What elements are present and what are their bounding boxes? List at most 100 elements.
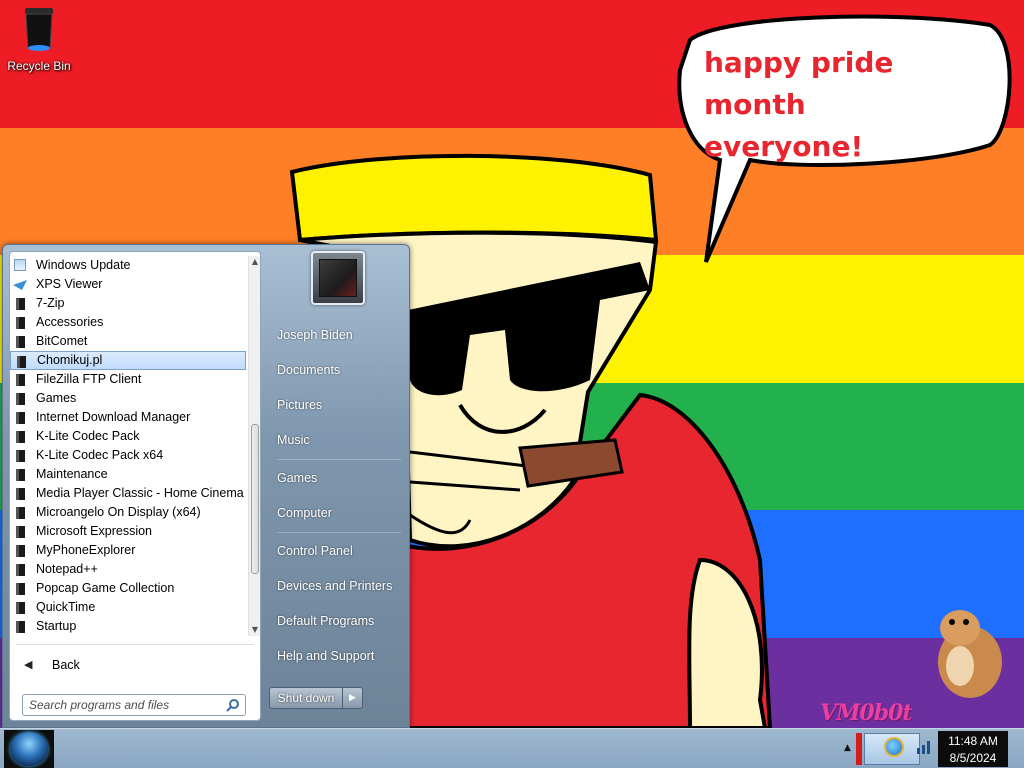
start-menu-help-and-support[interactable]: Help and Support	[269, 641, 405, 671]
program-item-label: Media Player Classic - Home Cinema x6	[36, 486, 246, 500]
search-icon[interactable]	[226, 698, 240, 712]
right-pane-separator	[277, 532, 401, 533]
program-item-label: Games	[36, 391, 77, 405]
program-item-label: 7-Zip	[36, 296, 65, 310]
search-input[interactable]	[29, 698, 217, 712]
program-item-7-zip[interactable]: 7-Zip	[10, 294, 246, 313]
program-item-quicktime[interactable]: QuickTime	[10, 598, 246, 617]
program-item-microangelo[interactable]: Microangelo On Display (x64)	[10, 503, 246, 522]
start-button[interactable]	[4, 730, 54, 768]
start-menu: Windows Update XPS Viewer 7-Zip Accessor…	[2, 244, 410, 728]
program-item-games[interactable]: Games	[10, 389, 246, 408]
program-item-label: FileZilla FTP Client	[36, 372, 142, 386]
folder-icon	[16, 602, 25, 614]
folder-icon	[16, 469, 25, 481]
folder-icon	[16, 545, 25, 557]
program-item-label: QuickTime	[36, 600, 96, 614]
folder-icon	[17, 356, 26, 368]
program-item-accessories[interactable]: Accessories	[10, 313, 246, 332]
program-item-label: Chomikuj.pl	[37, 353, 103, 367]
start-menu-documents[interactable]: Documents	[269, 355, 405, 385]
start-menu-default-programs[interactable]: Default Programs	[269, 606, 405, 636]
program-item-label: Microangelo On Display (x64)	[36, 505, 201, 519]
program-item-label: K-Lite Codec Pack	[36, 429, 140, 443]
user-picture[interactable]	[311, 251, 365, 305]
clock-time: 11:48 AM	[948, 734, 998, 748]
folder-icon	[16, 374, 25, 386]
start-menu-computer[interactable]: Computer	[269, 498, 405, 528]
folder-icon	[16, 298, 25, 310]
speech-bubble-line-1: happy pride month	[704, 46, 894, 121]
program-item-internet-download-manager[interactable]: Internet Download Manager	[10, 408, 246, 427]
program-item-label: BitComet	[36, 334, 88, 348]
start-menu-user-name[interactable]: Joseph Biden	[269, 320, 405, 350]
back-button[interactable]: ◀ Back	[14, 654, 256, 676]
program-item-startup[interactable]: Startup	[10, 617, 246, 636]
action-center-flag-icon[interactable]	[856, 733, 862, 765]
folder-icon	[16, 621, 25, 633]
folder-icon	[16, 431, 25, 443]
program-item-windows-update[interactable]: Windows Update	[10, 256, 246, 275]
program-item-k-lite-codec-pack[interactable]: K-Lite Codec Pack	[10, 427, 246, 446]
taskbar-clock[interactable]: 11:48 AM 8/5/2024	[938, 731, 1008, 767]
desktop-icon-recycle-bin[interactable]: Recycle Bin	[4, 4, 74, 73]
folder-icon	[16, 488, 25, 500]
user-avatar-image	[319, 259, 357, 297]
back-arrow-icon: ◀	[24, 659, 33, 671]
program-item-bitcomet[interactable]: BitComet	[10, 332, 246, 351]
search-box	[22, 694, 246, 716]
program-item-label: XPS Viewer	[36, 277, 103, 291]
program-item-label: Accessories	[36, 315, 104, 329]
program-item-filezilla[interactable]: FileZilla FTP Client	[10, 370, 246, 389]
program-item-popcap[interactable]: Popcap Game Collection	[10, 579, 246, 598]
speech-bubble-line-2: everyone!	[704, 130, 864, 163]
start-menu-pictures[interactable]: Pictures	[269, 390, 405, 420]
folder-icon	[16, 393, 25, 405]
program-item-chomikuj[interactable]: Chomikuj.pl	[10, 351, 246, 370]
scroll-up-arrow-icon[interactable]: ▲	[249, 256, 261, 268]
recycle-bin-icon	[25, 8, 53, 51]
start-menu-games[interactable]: Games	[269, 463, 405, 493]
program-item-microsoft-expression[interactable]: Microsoft Expression	[10, 522, 246, 541]
desktop-icon-label: Recycle Bin	[7, 59, 71, 73]
program-item-xps-viewer[interactable]: XPS Viewer	[10, 275, 246, 294]
start-menu-devices-and-printers[interactable]: Devices and Printers	[269, 571, 405, 601]
program-item-label: Microsoft Expression	[36, 524, 153, 538]
program-item-media-player-classic[interactable]: Media Player Classic - Home Cinema x6	[10, 484, 246, 503]
start-menu-right-pane: Joseph Biden Documents Pictures Music Ga…	[263, 245, 409, 727]
start-menu-programs-pane: Windows Update XPS Viewer 7-Zip Accessor…	[9, 251, 261, 721]
program-item-notepad-plus-plus[interactable]: Notepad++	[10, 560, 246, 579]
folder-icon	[16, 507, 25, 519]
start-menu-control-panel[interactable]: Control Panel	[269, 536, 405, 566]
shut-down-options-arrow-icon[interactable]: ▶	[343, 687, 363, 709]
hamster-icon	[938, 610, 1002, 698]
folder-icon	[16, 583, 25, 595]
scroll-down-arrow-icon[interactable]: ▼	[249, 624, 261, 636]
scrollbar-thumb[interactable]	[251, 424, 259, 574]
xps-viewer-icon	[13, 280, 27, 290]
programs-scrollbar[interactable]: ▲ ▼	[248, 256, 260, 636]
internet-explorer-icon[interactable]	[884, 737, 904, 757]
windows-orb-icon	[10, 732, 48, 766]
taskbar: ▲ 11:48 AM 8/5/2024	[0, 728, 1024, 768]
folder-icon	[16, 412, 25, 424]
program-item-label: Startup	[36, 619, 77, 633]
clock-date: 8/5/2024	[949, 751, 997, 765]
vmobot-watermark: VM0b0t	[820, 700, 913, 726]
program-item-label: Popcap Game Collection	[36, 581, 175, 595]
speech-bubble-text: happy pride month everyone!	[704, 42, 1004, 168]
program-item-k-lite-codec-pack-x64[interactable]: K-Lite Codec Pack x64	[10, 446, 246, 465]
program-item-label: MyPhoneExplorer	[36, 543, 136, 557]
shut-down-button[interactable]: Shut down	[269, 687, 343, 709]
program-item-myphoneexplorer[interactable]: MyPhoneExplorer	[10, 541, 246, 560]
network-icon[interactable]	[916, 739, 932, 755]
all-programs-list: Windows Update XPS Viewer 7-Zip Accessor…	[10, 256, 246, 636]
back-button-label: Back	[52, 658, 80, 672]
folder-icon	[16, 450, 25, 462]
show-hidden-icons-arrow-icon[interactable]: ▲	[844, 739, 854, 757]
start-menu-music[interactable]: Music	[269, 425, 405, 455]
program-item-label: Internet Download Manager	[36, 410, 191, 424]
program-item-maintenance[interactable]: Maintenance	[10, 465, 246, 484]
folder-icon	[16, 526, 25, 538]
program-item-label: K-Lite Codec Pack x64	[36, 448, 164, 462]
